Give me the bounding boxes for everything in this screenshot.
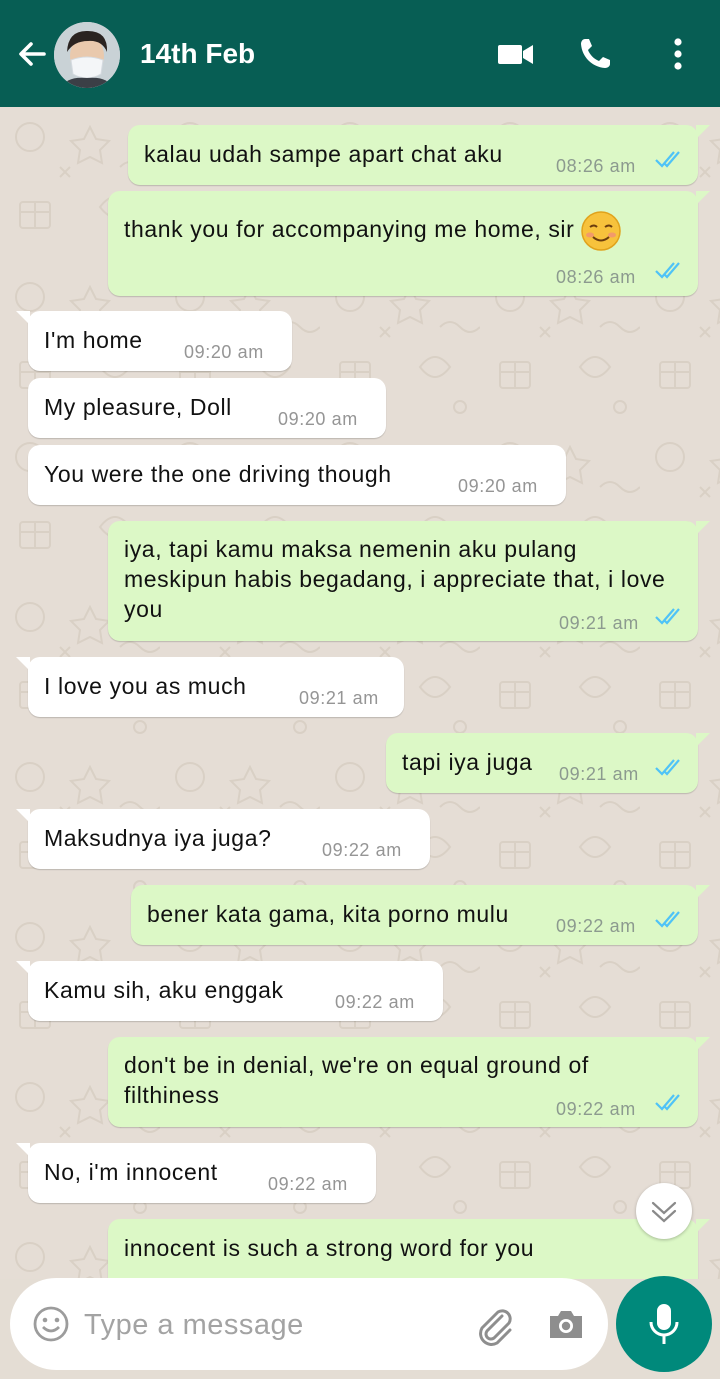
message-bubble[interactable]: tapi iya juga 09:21 am <box>386 733 710 793</box>
message-time: 08:26 am <box>556 267 636 287</box>
message-bubble[interactable]: iya, tapi kamu maksa nemenin aku pulang … <box>108 521 710 641</box>
chevron-double-down-icon <box>651 1201 677 1223</box>
message-bubble[interactable]: Kamu sih, aku enggak 09:22 am <box>16 961 443 1021</box>
message-input[interactable]: Type a message <box>84 1309 304 1342</box>
message-text: tapi iya juga <box>402 749 533 775</box>
message-time: 09:21 am <box>299 688 379 708</box>
arrow-left-icon[interactable] <box>14 36 50 72</box>
video-camera-icon[interactable] <box>496 36 536 72</box>
message-time: 09:22 am <box>322 840 402 860</box>
message-composer: Type a message <box>10 1278 608 1370</box>
message-time: 09:21 am <box>559 764 639 784</box>
message-time: 09:20 am <box>184 342 264 362</box>
message-bubble[interactable]: I love you as much 09:21 am <box>16 657 404 717</box>
message-bubble[interactable]: kalau udah sampe apart chat aku 08:26 am <box>128 125 710 185</box>
message-bubble[interactable]: I'm home 09:20 am <box>16 311 292 371</box>
message-text: You were the one driving though <box>44 461 392 487</box>
message-time: 09:22 am <box>335 992 415 1012</box>
paperclip-icon[interactable] <box>472 1302 516 1346</box>
message-bubble[interactable]: Maksudnya iya juga? 09:22 am <box>16 809 430 869</box>
message-time: 09:22 am <box>268 1174 348 1194</box>
chat-title[interactable]: 14th Feb <box>140 38 255 70</box>
message-bubble[interactable]: You were the one driving though 09:20 am <box>28 445 566 505</box>
message-bubble[interactable]: thank you for accompanying me home, sir … <box>108 191 710 296</box>
message-text: My pleasure, Doll <box>44 394 232 420</box>
more-vertical-icon[interactable] <box>664 36 692 72</box>
smiling-face-icon <box>581 211 622 251</box>
double-check-icon <box>655 911 680 928</box>
message-text: I love you as much <box>44 673 247 699</box>
double-check-icon <box>655 759 680 776</box>
message-text: Maksudnya iya juga? <box>44 825 272 851</box>
double-check-icon <box>655 151 680 168</box>
message-text: Kamu sih, aku enggak <box>44 977 284 1003</box>
message-bubble[interactable]: No, i'm innocent 09:22 am <box>16 1143 376 1203</box>
message-time: 09:20 am <box>458 476 538 496</box>
message-time: 09:22 am <box>556 916 636 936</box>
message-list[interactable]: kalau udah sampe apart chat aku 08:26 am… <box>0 107 720 1279</box>
message-text: kalau udah sampe apart chat aku <box>144 141 503 167</box>
double-check-icon <box>655 1094 680 1111</box>
avatar[interactable] <box>54 22 120 88</box>
message-bubble[interactable]: don't be in denial, we're on equal groun… <box>108 1037 710 1127</box>
microphone-icon <box>649 1304 679 1344</box>
double-check-icon <box>655 262 680 279</box>
message-text: I'm home <box>44 327 143 353</box>
message-time: 09:20 am <box>278 409 358 429</box>
message-text: innocent is such a strong word for you <box>124 1235 535 1261</box>
message-text: thank you for accompanying me home, sir <box>124 216 575 243</box>
scroll-to-bottom-button[interactable] <box>636 1183 692 1239</box>
double-check-icon <box>655 608 680 625</box>
message-bubble[interactable]: My pleasure, Doll 09:20 am <box>28 378 386 438</box>
camera-icon[interactable] <box>546 1304 586 1344</box>
smiley-icon[interactable] <box>32 1305 70 1343</box>
message-time: 08:26 am <box>556 156 636 176</box>
message-bubble[interactable]: innocent is such a strong word for you <box>108 1219 710 1279</box>
voice-record-button[interactable] <box>616 1276 712 1372</box>
chat-header: 14th Feb <box>0 0 720 107</box>
phone-icon[interactable] <box>576 36 616 72</box>
message-bubble[interactable]: bener kata gama, kita porno mulu 09:22 a… <box>131 885 710 945</box>
message-text: No, i'm innocent <box>44 1159 218 1185</box>
message-text: bener kata gama, kita porno mulu <box>147 901 509 927</box>
message-time: 09:21 am <box>559 613 639 633</box>
message-time: 09:22 am <box>556 1099 636 1119</box>
